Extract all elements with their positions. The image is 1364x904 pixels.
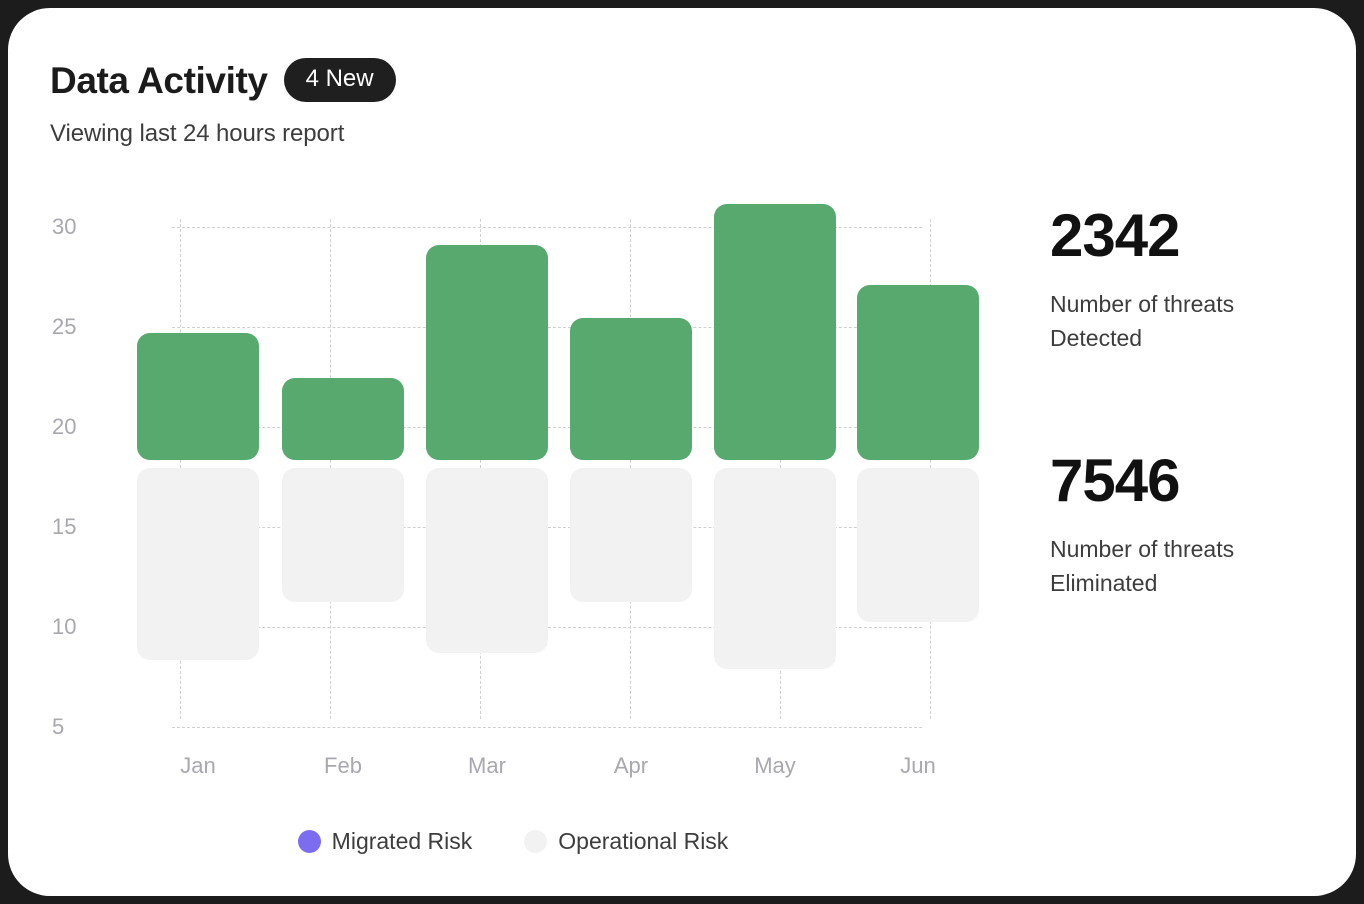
bar-migrated-risk[interactable] [570,318,692,460]
stat-block-detected: 2342 Number of threats Detected [1050,204,1350,355]
legend-item-migrated-risk[interactable]: Migrated Risk [297,828,473,855]
bar-migrated-risk[interactable] [137,333,259,460]
stat-value: 2342 [1050,202,1180,269]
data-activity-card: Data Activity 4 New Viewing last 24 hour… [8,8,1356,896]
screen-root: Data Activity 4 New Viewing last 24 hour… [0,0,1364,904]
bar-operational-risk[interactable] [282,468,404,602]
bar-column-mar[interactable]: Mar [426,8,548,896]
stats-panel: 2342 Number of threats Detected 7546 Num… [1050,204,1350,600]
x-axis-tick-apr: Apr [613,753,649,778]
legend-label: Migrated Risk [331,828,473,854]
bar-operational-risk[interactable] [857,468,979,622]
stat-value: 7546 [1050,447,1180,515]
bar-migrated-risk[interactable] [282,378,404,460]
bar-operational-risk[interactable] [570,468,692,602]
bar-column-apr[interactable]: Apr [570,8,692,896]
bar-migrated-risk[interactable] [714,204,836,460]
chart-bars: Jan Feb Mar Apr May Jun [8,8,1018,896]
x-axis-tick-jan: Jan [180,753,216,778]
bar-chart: 30 25 20 15 10 5 Jan Feb Mar Apr May Jun… [8,8,1018,896]
x-axis-tick-mar: Mar [468,753,506,778]
x-axis-tick-may: May [754,753,796,778]
stat-label: Number of threats Detected [1050,291,1235,352]
bar-operational-risk[interactable] [137,468,259,660]
bar-migrated-risk[interactable] [857,285,979,460]
stat-label: Number of threats Eliminated [1050,536,1235,597]
bar-column-jan[interactable]: Jan [137,8,259,896]
bar-operational-risk[interactable] [426,468,548,653]
stat-block-eliminated: 7546 Number of threats Eliminated [1050,449,1350,600]
x-axis-tick-feb: Feb [324,753,362,778]
chart-legend: Migrated Risk Operational Risk [8,828,1018,855]
bar-column-feb[interactable]: Feb [282,8,404,896]
legend-item-operational-risk[interactable]: Operational Risk [524,828,728,855]
legend-dot-icon [524,830,548,853]
bar-column-may[interactable]: May [714,8,836,896]
bar-migrated-risk[interactable] [426,245,548,460]
legend-label: Operational Risk [558,828,729,854]
bar-operational-risk[interactable] [714,468,836,669]
legend-dot-icon [297,830,321,853]
bar-column-jun[interactable]: Jun [857,8,979,896]
x-axis-tick-jun: Jun [900,753,936,778]
